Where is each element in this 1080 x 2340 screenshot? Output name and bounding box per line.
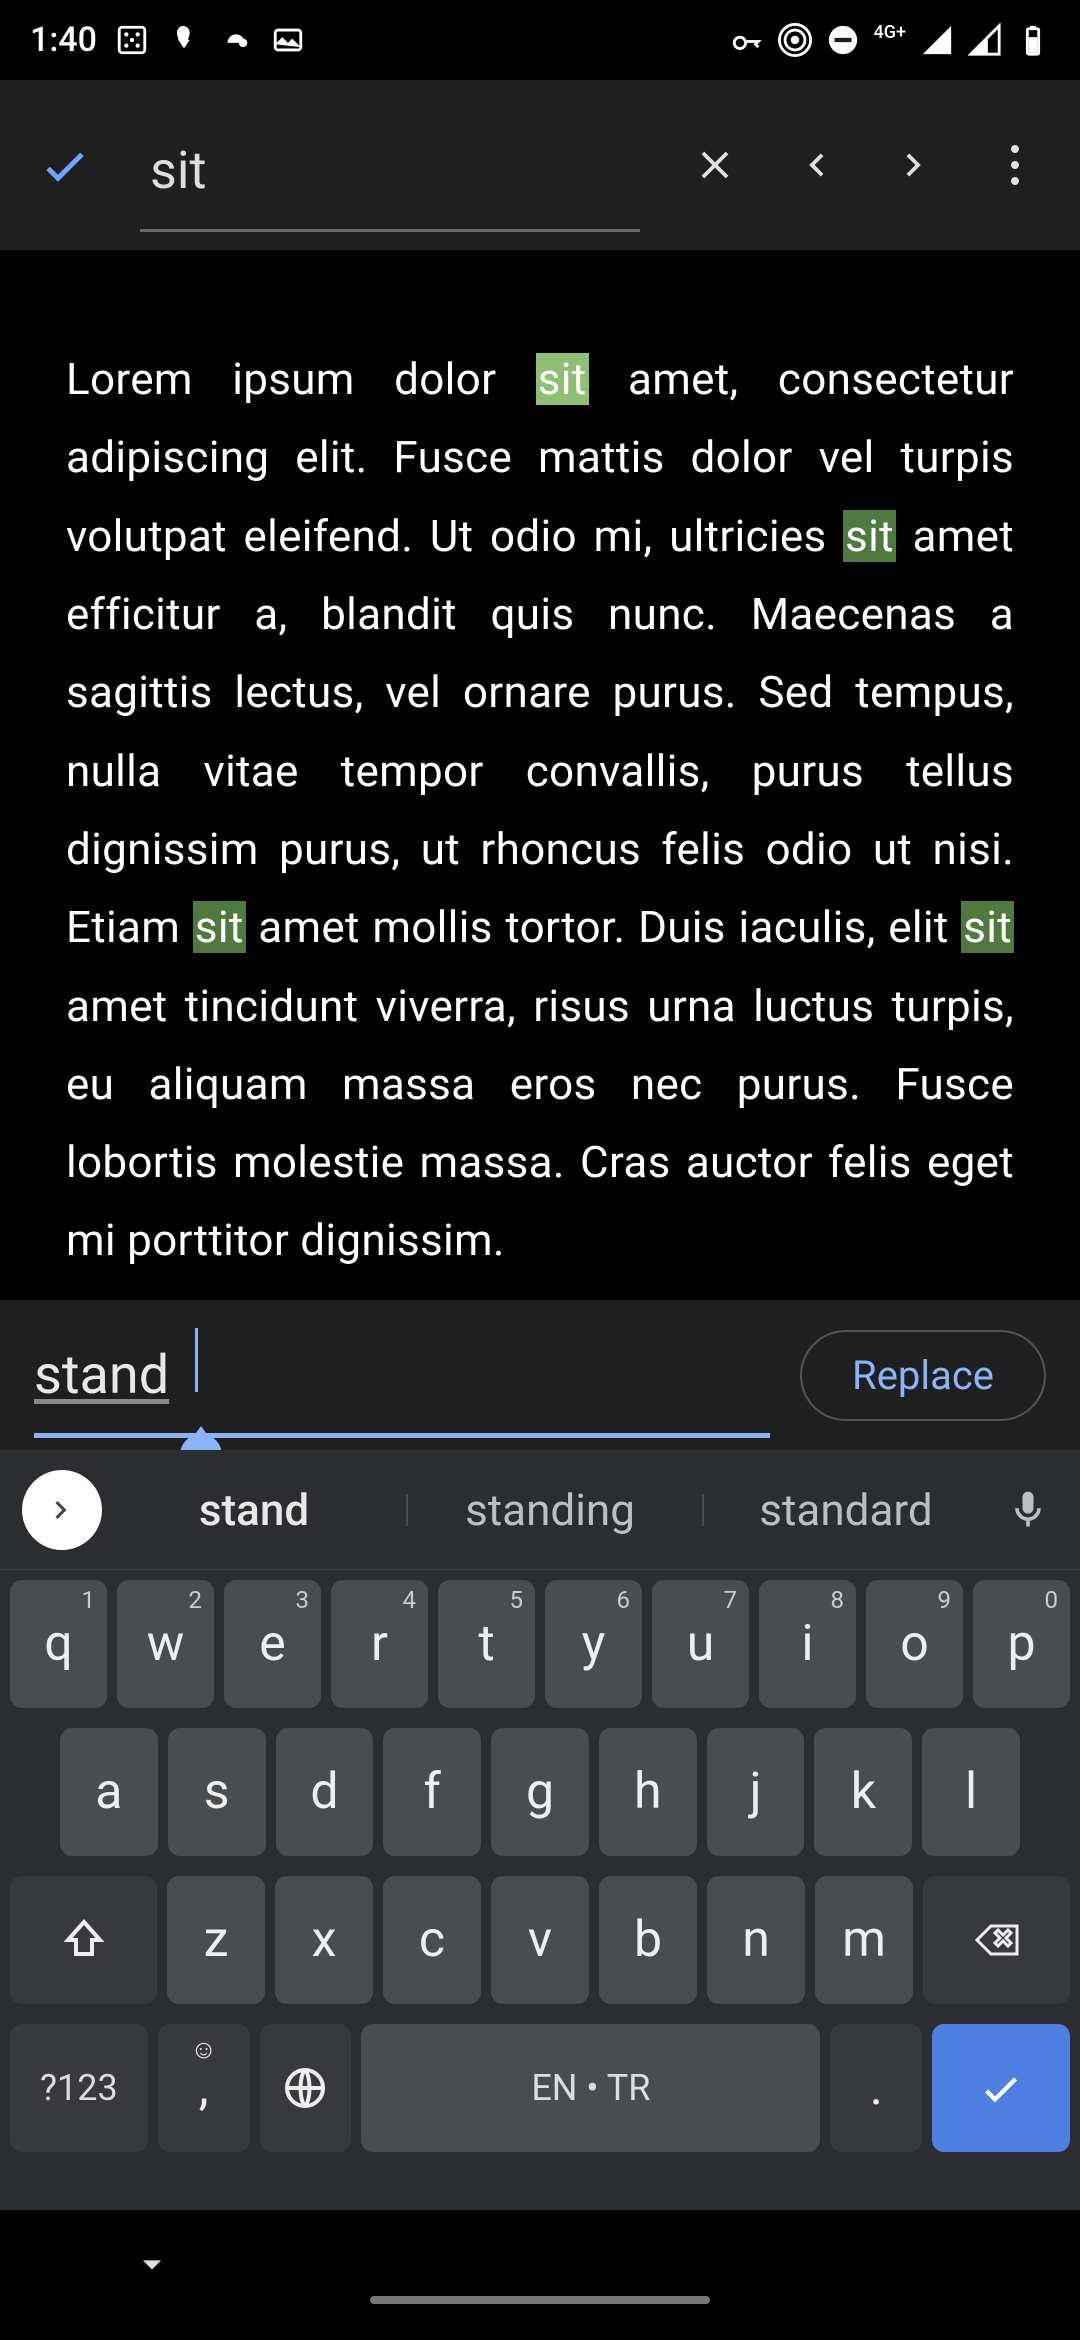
replace-input-wrap[interactable]: stand: [34, 1300, 770, 1450]
signal-icon-2: [968, 23, 1002, 57]
key-i[interactable]: 8i: [759, 1580, 856, 1708]
notif-icon-1: [115, 23, 149, 57]
key-m[interactable]: m: [815, 1876, 913, 2004]
key-w[interactable]: 2w: [117, 1580, 214, 1708]
comma-key[interactable]: ☺ ,: [158, 2024, 250, 2152]
voice-input-button[interactable]: [998, 1488, 1058, 1532]
language-key[interactable]: [260, 2024, 352, 2152]
key-l[interactable]: l: [922, 1728, 1020, 1856]
key-j[interactable]: j: [707, 1728, 805, 1856]
key-s[interactable]: s: [168, 1728, 266, 1856]
key-t[interactable]: 5t: [438, 1580, 535, 1708]
key-row-3: zxcvbnm: [0, 1866, 1080, 2014]
status-right: 4G+: [730, 22, 1050, 59]
emoji-hint-icon: ☺: [190, 2034, 217, 2065]
notif-icon-2: [167, 23, 201, 57]
soft-keyboard: stand standing standard 1q2w3e4r5t6y7u8i…: [0, 1450, 1080, 2340]
match: sit: [843, 510, 896, 562]
match: sit: [193, 901, 246, 953]
key-y[interactable]: 6y: [545, 1580, 642, 1708]
notif-icon-4: [271, 23, 305, 57]
confirm-button[interactable]: [20, 120, 110, 210]
symbols-key[interactable]: ?123: [10, 2024, 148, 2152]
key-c[interactable]: c: [383, 1876, 481, 2004]
key-r[interactable]: 4r: [331, 1580, 428, 1708]
battery-icon: [1016, 23, 1050, 57]
vpn-key-icon: [730, 23, 764, 57]
key-p[interactable]: 0p: [973, 1580, 1070, 1708]
key-n[interactable]: n: [707, 1876, 805, 2004]
find-previous-button[interactable]: [770, 120, 860, 210]
status-left: 1:40: [30, 20, 305, 60]
key-row-4: ?123 ☺ , EN • TR .: [0, 2014, 1080, 2162]
replace-input[interactable]: stand: [34, 1334, 770, 1417]
gesture-handle[interactable]: [370, 2296, 710, 2304]
keyboard-collapse-button[interactable]: [130, 2242, 174, 2290]
find-input-wrap[interactable]: sit: [140, 80, 640, 250]
key-x[interactable]: x: [275, 1876, 373, 2004]
suggestion-2[interactable]: standing: [406, 1484, 694, 1536]
spacebar-key[interactable]: EN • TR: [361, 2024, 820, 2152]
period-key[interactable]: .: [830, 2024, 922, 2152]
hotspot-icon: [778, 23, 812, 57]
clock: 1:40: [30, 20, 97, 60]
find-next-button[interactable]: [870, 120, 960, 210]
overflow-menu-button[interactable]: [970, 120, 1060, 210]
key-k[interactable]: k: [814, 1728, 912, 1856]
text-caret: [195, 1328, 198, 1392]
key-f[interactable]: f: [383, 1728, 481, 1856]
navigation-bar: [0, 2210, 1080, 2340]
match: sit: [961, 901, 1014, 953]
key-row-2: asdfghjkl: [0, 1718, 1080, 1866]
suggestion-3[interactable]: standard: [702, 1484, 990, 1536]
suggestion-row: stand standing standard: [0, 1450, 1080, 1570]
find-replace-toolbar: sit: [0, 80, 1080, 250]
key-a[interactable]: a: [60, 1728, 158, 1856]
key-z[interactable]: z: [167, 1876, 265, 2004]
suggestion-1[interactable]: stand: [110, 1484, 398, 1536]
key-g[interactable]: g: [491, 1728, 589, 1856]
key-o[interactable]: 9o: [866, 1580, 963, 1708]
replace-button[interactable]: Replace: [800, 1330, 1046, 1421]
find-input[interactable]: sit: [140, 120, 640, 211]
key-b[interactable]: b: [599, 1876, 697, 2004]
key-row-1: 1q2w3e4r5t6y7u8i9o0p: [0, 1570, 1080, 1718]
enter-key[interactable]: [932, 2024, 1070, 2152]
signal-icon-1: [920, 23, 954, 57]
notif-icon-3: [219, 23, 253, 57]
key-v[interactable]: v: [491, 1876, 589, 2004]
key-d[interactable]: d: [276, 1728, 374, 1856]
status-bar: 1:40 4G+: [0, 0, 1080, 80]
key-q[interactable]: 1q: [10, 1580, 107, 1708]
key-h[interactable]: h: [599, 1728, 697, 1856]
key-u[interactable]: 7u: [652, 1580, 749, 1708]
backspace-key[interactable]: [923, 1876, 1070, 2004]
replace-bar: stand Replace: [0, 1300, 1080, 1450]
document-body[interactable]: Lorem ipsum dolor sit amet, consectetur …: [0, 250, 1080, 1290]
paragraph-1: Lorem ipsum dolor sit amet, consectetur …: [66, 340, 1014, 1280]
network-type: 4G+: [874, 22, 906, 43]
expand-suggestions-button[interactable]: [22, 1470, 102, 1550]
clear-search-button[interactable]: [670, 120, 760, 210]
shift-key[interactable]: [10, 1876, 157, 2004]
key-e[interactable]: 3e: [224, 1580, 321, 1708]
match-current: sit: [536, 353, 589, 405]
dnd-icon: [826, 23, 860, 57]
